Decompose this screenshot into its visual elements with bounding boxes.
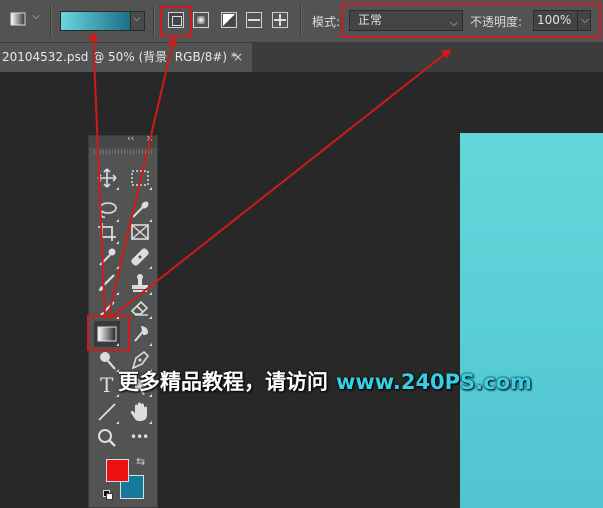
foreground-color-swatch[interactable] [106, 459, 129, 482]
arrow-to-mode-opacity [109, 48, 452, 319]
eyedropper-icon[interactable] [94, 244, 120, 270]
stamp-icon[interactable] [127, 270, 153, 296]
angle-gradient-icon[interactable] [221, 12, 237, 28]
divider [300, 5, 302, 37]
divider [153, 5, 155, 37]
highlight-gradient-type [160, 6, 192, 37]
close-icon[interactable]: × [233, 43, 243, 72]
tool-preset-chevron-icon[interactable]: ⌵ [32, 11, 40, 22]
highlight-gradient-tool [87, 315, 130, 351]
marquee-icon[interactable] [127, 165, 153, 191]
reflected-gradient-icon[interactable] [246, 12, 262, 28]
line-icon[interactable] [94, 399, 120, 425]
watermark-url: www.240PS.com [336, 370, 532, 394]
gradient-tool-icon[interactable] [10, 11, 26, 27]
hand-icon[interactable] [127, 399, 153, 425]
close-icon[interactable]: × [146, 134, 154, 144]
brush-icon[interactable] [94, 270, 120, 296]
eraser-icon[interactable] [127, 294, 153, 320]
swap-colors-icon[interactable]: ⇆ [136, 455, 145, 468]
document-canvas[interactable] [460, 133, 603, 508]
mode-label: 模式: [312, 15, 341, 29]
divider [50, 5, 52, 37]
collapse-icon[interactable]: ‹‹ [127, 134, 134, 144]
grip-handle[interactable] [94, 150, 152, 154]
more-icon[interactable]: ••• [127, 425, 153, 451]
document-tab-bar: 20104532.psd @ 50% (背景, RGB/8#) * × [0, 43, 603, 72]
document-tab[interactable]: 20104532.psd @ 50% (背景, RGB/8#) * × [0, 43, 252, 72]
highlight-mode-opacity [341, 3, 601, 38]
diamond-gradient-icon[interactable] [272, 12, 288, 28]
zoom-icon[interactable] [94, 425, 120, 451]
radial-gradient-icon[interactable] [193, 12, 209, 28]
healing-brush-icon[interactable] [127, 244, 153, 270]
gradient-picker-dropdown[interactable]: ⌵ [131, 11, 145, 31]
gradient-picker[interactable] [60, 11, 131, 31]
frame-icon[interactable] [127, 219, 153, 245]
watermark-caption: 更多精品教程，请访问 [118, 370, 328, 394]
default-colors-icon[interactable] [103, 490, 113, 500]
options-bar: ⌵ ⌵ 模式: 正常 ⌵ 不透明度: 100% ⌵ [0, 0, 603, 43]
crop-icon[interactable] [94, 219, 120, 245]
toolbox-header[interactable]: ‹‹ × [89, 134, 157, 148]
type-icon[interactable]: T [94, 372, 120, 398]
move-icon[interactable] [94, 165, 120, 191]
watermark-text: 更多精品教程，请访问 www.240PS.com [118, 366, 532, 396]
document-title: 20104532.psd @ 50% (背景, RGB/8#) * [2, 50, 237, 64]
blur-icon[interactable] [127, 321, 153, 347]
